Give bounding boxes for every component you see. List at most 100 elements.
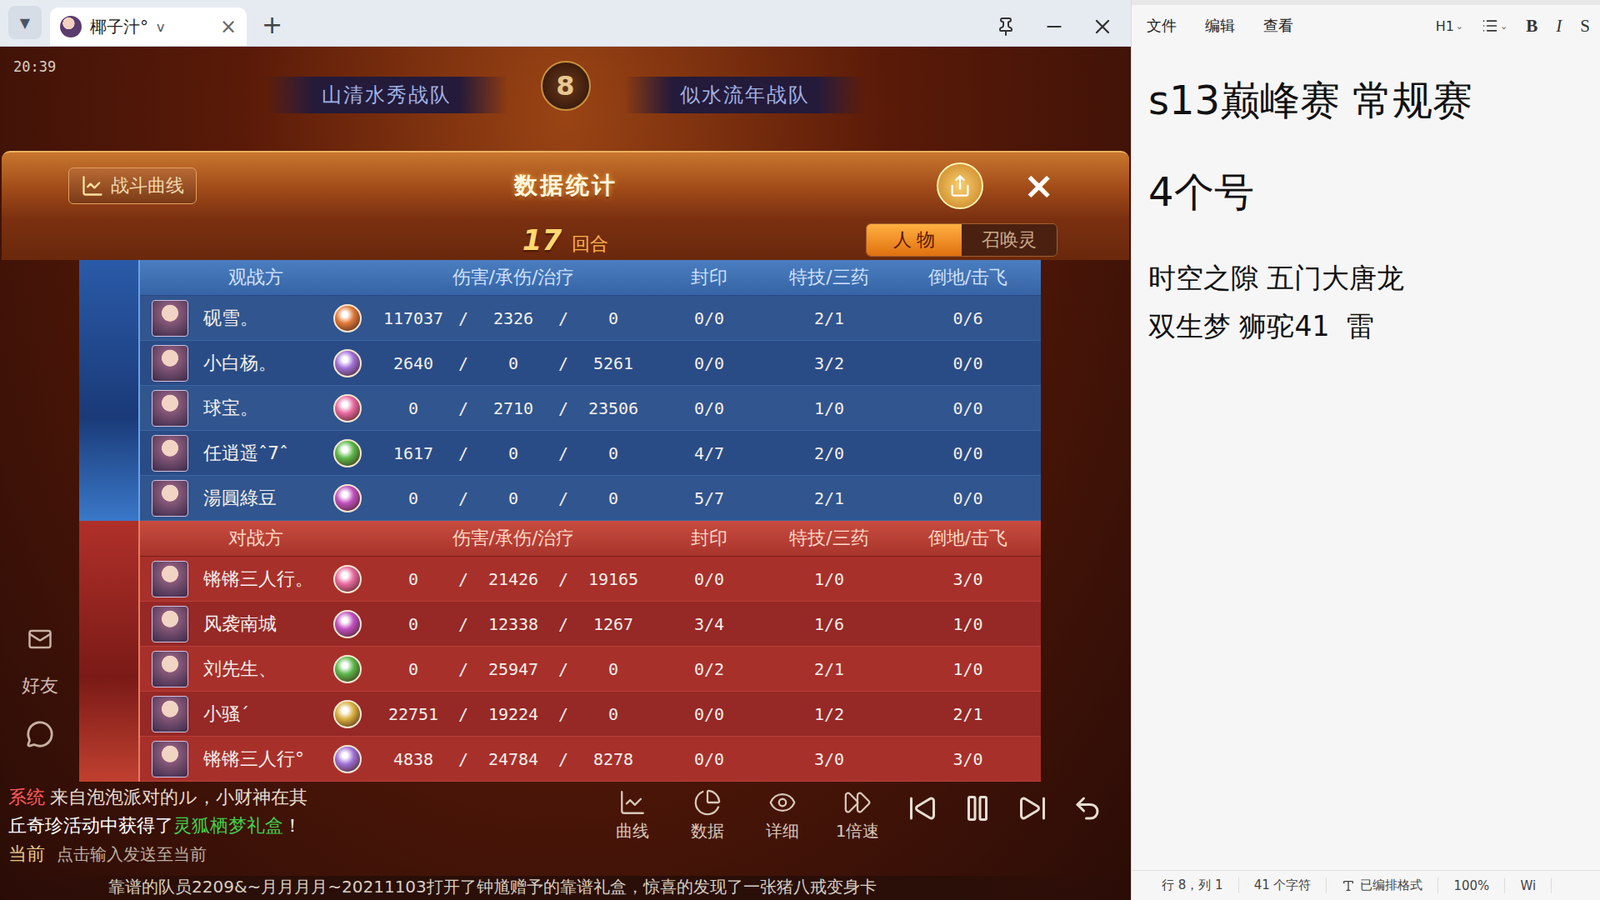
column-header: 倒地/击飞 (895, 265, 1041, 290)
document-body[interactable]: s13巅峰赛 常规赛4个号时空之隙 五门大唐龙双生梦 狮驼41 雷 (1131, 46, 1600, 870)
school-icon (333, 394, 362, 423)
minimize-button[interactable] (1034, 7, 1075, 46)
player-name: 小白杨。 (200, 350, 334, 376)
damage-cell: 0/21426/19165 (371, 569, 655, 590)
chat-channel[interactable]: 当前 (8, 841, 45, 867)
player-name: 风袭南城 (200, 611, 334, 637)
school-icon (333, 610, 362, 639)
tab-menu-button[interactable]: ▼ (8, 5, 42, 40)
player-avatar-icon (151, 300, 189, 337)
italic-button[interactable]: I (1555, 15, 1562, 37)
table-row: 湯圓綠豆0/0/05/72/10/0 (140, 475, 1041, 521)
battle-curve-button[interactable]: 战斗曲线 (68, 167, 197, 205)
table-row: 锵锵三人行°4838/24784/82780/03/03/0 (140, 736, 1041, 782)
stats-close-button[interactable]: × (1023, 167, 1055, 205)
skill-cell: 1/0 (763, 398, 895, 419)
close-icon (1090, 15, 1115, 39)
player-name: 锵锵三人行° (200, 746, 334, 772)
player-name: 任逍遥ˆ7ˆ (200, 440, 334, 466)
player-avatar-icon (151, 650, 189, 688)
clock: 20:39 (0, 46, 84, 75)
school-icon (333, 745, 362, 774)
tab-close[interactable]: × (220, 15, 237, 39)
chat-panel: 系统来自泡泡派对的ル，小财神在其丘奇珍活动中获得了灵狐栖梦礼盒！当前点击输入发送… (0, 781, 595, 876)
stats-tabs: 人 物召唤灵 (865, 223, 1058, 257)
table-row: 锵锵三人行。0/21426/191650/01/03/0 (140, 556, 1041, 602)
heading-dropdown[interactable]: H1⌄ (1435, 18, 1464, 35)
column-header: 观战方 (140, 265, 372, 290)
player-avatar-icon (151, 740, 189, 778)
tab-suffix: v (156, 19, 212, 35)
browser-window: ▼椰子汁°v×+20:39山清水秀战队8似水流年战队战斗曲线数据统计×17回合人… (0, 0, 1131, 900)
tab-bar: ▼椰子汁°v×+ (0, 0, 1131, 47)
stats-title: 数据统计 (514, 170, 618, 202)
skill-cell: 2/1 (763, 659, 895, 680)
playback-button[interactable] (1005, 788, 1060, 829)
skip-back-icon (907, 793, 938, 824)
replay-controls: 曲线数据详细1倍速 (595, 781, 1131, 876)
menu-item[interactable]: 编辑 (1205, 15, 1235, 36)
stats-tab[interactable]: 召唤灵 (961, 224, 1057, 256)
table-row: 任逍遥ˆ7ˆ1617/0/04/72/00/0 (140, 430, 1041, 476)
table-header: 对战方伤害/承伤/治疗封印特技/三药倒地/击飞 (140, 520, 1041, 557)
seal-cell: 0/0 (655, 308, 764, 329)
system-ticker: 靠谱的队员2209&~月月月月~20211103打开了钟馗赠予的靠谱礼盒，惊喜的… (0, 875, 1131, 900)
replay-control[interactable]: 详细 (745, 788, 820, 843)
damage-cell: 0/25947/0 (371, 659, 655, 680)
pause-icon (962, 793, 993, 824)
replay-control[interactable]: 曲线 (595, 788, 670, 843)
team-strip: 20:39山清水秀战队8似水流年战队 (0, 46, 1131, 151)
mail-icon[interactable] (27, 626, 53, 652)
strike-button[interactable]: S (1580, 15, 1590, 37)
table-row: 刘先生、0/25947/00/22/11/0 (140, 646, 1041, 692)
player-avatar-icon (151, 480, 189, 517)
stats-tab[interactable]: 人 物 (866, 224, 962, 256)
replay-control[interactable]: 1倍速 (820, 788, 895, 843)
playback-button[interactable] (1060, 788, 1115, 829)
menu-bar: 文件 编辑 查看 H1⌄ ⌄ BIS (1131, 0, 1600, 47)
status-item: 行 8，列 1 (1146, 877, 1240, 894)
list-dropdown[interactable]: ⌄ (1481, 17, 1508, 35)
menu-item[interactable]: 文件 (1146, 15, 1177, 36)
fall-cell: 3/0 (895, 749, 1041, 770)
fast-forward-icon (843, 788, 872, 817)
close-button[interactable] (1082, 7, 1123, 46)
menu-item[interactable]: 查看 (1263, 15, 1294, 36)
seal-cell: 5/7 (655, 488, 764, 509)
damage-cell: 4838/24784/8278 (371, 749, 655, 770)
section-ribbon (79, 520, 140, 782)
bold-button[interactable]: B (1525, 15, 1538, 37)
pie-chart-icon (693, 788, 722, 817)
section-ribbon (79, 260, 140, 521)
school-icon (333, 655, 362, 684)
fall-cell: 0/0 (895, 443, 1041, 464)
fall-cell: 1/0 (895, 614, 1041, 635)
new-tab-button[interactable]: + (255, 10, 290, 46)
player-avatar-icon (151, 435, 189, 472)
side-menu-item[interactable]: 好友 (21, 673, 59, 699)
damage-cell: 2640/0/5261 (371, 353, 655, 374)
seal-cell: 0/2 (655, 659, 764, 680)
pin-button[interactable] (985, 7, 1026, 46)
school-icon (333, 439, 362, 468)
player-name: 锵锵三人行。 (200, 566, 334, 592)
column-header: 封印 (655, 525, 764, 551)
column-header: 对战方 (140, 525, 372, 551)
replay-control[interactable]: 数据 (670, 788, 745, 843)
damage-cell: 117037/2326/0 (371, 308, 655, 329)
damage-cell: 0/0/0 (371, 488, 655, 509)
screen: ▼椰子汁°v×+20:39山清水秀战队8似水流年战队战斗曲线数据统计×17回合人… (0, 0, 1600, 900)
notepad-window: 文件 编辑 查看 H1⌄ ⌄ BISs13巅峰赛 常规赛4个号时空之隙 五门大唐龙双生梦 … (1130, 0, 1600, 900)
stats-table-block: 好友观战方伤害/承伤/治疗封印特技/三药倒地/击飞砚雪。117037/2326/… (0, 260, 1131, 782)
playback-button[interactable] (895, 788, 950, 829)
fall-cell: 0/0 (895, 398, 1041, 419)
round-row: 17回合人 物召唤灵 (1, 219, 1130, 260)
browser-tab[interactable]: 椰子汁°v× (50, 7, 247, 46)
playback-button[interactable] (950, 788, 1005, 829)
column-header: 伤害/承伤/治疗 (371, 525, 655, 551)
share-button[interactable] (936, 162, 984, 210)
chat-input[interactable]: 点击输入发送至当前 (56, 843, 207, 866)
stats-table: 对战方伤害/承伤/治疗封印特技/三药倒地/击飞锵锵三人行。 0/21426/191… (140, 520, 1041, 782)
chat-bubble-icon[interactable] (25, 720, 55, 749)
status-item: 100% (1438, 878, 1505, 894)
